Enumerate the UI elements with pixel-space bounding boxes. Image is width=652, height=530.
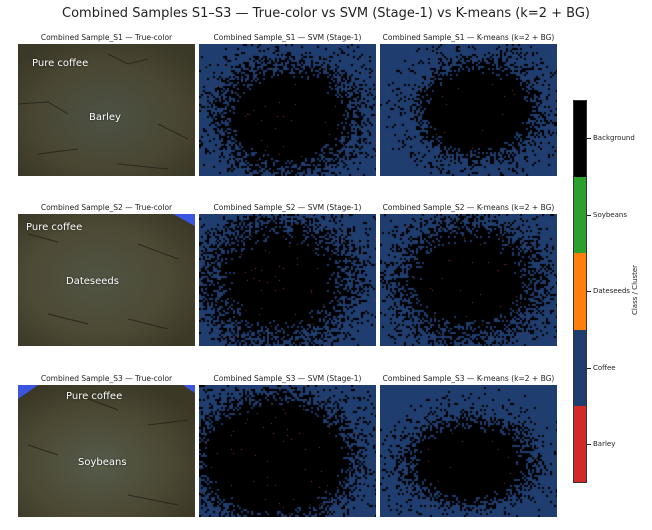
colorbar (573, 100, 587, 483)
panel-title-s2-kmeans: Combined Sample_S2 — K-means (k=2 + BG) (382, 203, 555, 212)
panel-title-s1-svm: Combined Sample_S1 — SVM (Stage-1) (213, 33, 362, 42)
label-pure-coffee-s1: Pure coffee (32, 58, 89, 69)
panel-title-s3-kmeans: Combined Sample_S3 — K-means (k=2 + BG) (382, 374, 555, 383)
label-adulterant-s3: Soybeans (78, 457, 127, 468)
label-adulterant-s2: Dateseeds (66, 276, 119, 287)
truecolor-image-s2: Pure coffee Dateseeds (18, 214, 195, 346)
colorbar-label-dateseeds: Dateseeds (593, 287, 631, 295)
panel-title-s2-svm: Combined Sample_S2 — SVM (Stage-1) (213, 203, 362, 212)
kmeans-map-s2 (380, 214, 557, 346)
kmeans-map-s3 (380, 385, 557, 517)
label-pure-coffee-s3: Pure coffee (66, 391, 123, 402)
colorbar-segment-barley (574, 405, 586, 482)
svm-map-s3 (199, 385, 376, 517)
svm-map-s1 (199, 44, 376, 176)
colorbar-tick-mark (587, 368, 591, 369)
panel-title-s3-svm: Combined Sample_S3 — SVM (Stage-1) (213, 374, 362, 383)
truecolor-image-s1: Pure coffee Barley (18, 44, 195, 176)
label-pure-coffee-s2: Pure coffee (26, 222, 83, 233)
colorbar-segment-soybeans (574, 177, 586, 254)
colorbar-tick-mark (587, 138, 591, 139)
panel-title-s1-truecolor: Combined Sample_S1 — True-color (40, 33, 173, 42)
colorbar-tick-mark (587, 215, 591, 216)
figure-title: Combined Samples S1–S3 — True-color vs S… (62, 6, 590, 21)
colorbar-label-soybeans: Soybeans (593, 211, 627, 219)
figure: Combined Samples S1–S3 — True-color vs S… (0, 0, 652, 530)
colorbar-label-barley: Barley (593, 440, 616, 448)
truecolor-image-s3: Pure coffee Soybeans (18, 385, 195, 517)
kmeans-map-s1 (380, 44, 557, 176)
truecolor-photo-s3 (18, 385, 195, 517)
colorbar-label-coffee: Coffee (593, 364, 616, 372)
colorbar-title: Class / Cluster (631, 264, 639, 316)
svm-map-s2 (199, 214, 376, 346)
panel-title-s3-truecolor: Combined Sample_S3 — True-color (40, 374, 173, 383)
colorbar-segment-coffee (574, 329, 586, 406)
colorbar-segment-background (574, 101, 586, 178)
colorbar-segment-dateseeds (574, 253, 586, 330)
panel-title-s2-truecolor: Combined Sample_S2 — True-color (40, 203, 173, 212)
colorbar-tick-mark (587, 444, 591, 445)
label-adulterant-s1: Barley (89, 112, 121, 123)
colorbar-label-background: Background (593, 134, 635, 142)
panel-title-s1-kmeans: Combined Sample_S1 — K-means (k=2 + BG) (382, 33, 555, 42)
colorbar-tick-mark (587, 291, 591, 292)
